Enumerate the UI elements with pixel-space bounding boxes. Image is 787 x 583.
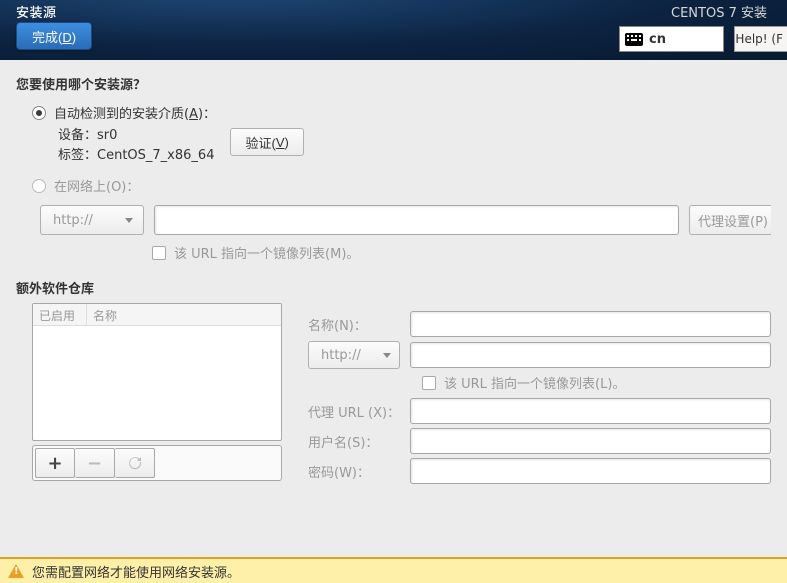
- keyboard-layout-select[interactable]: cn: [619, 26, 724, 52]
- url-input[interactable]: [154, 205, 679, 235]
- done-label-post: ): [72, 30, 76, 45]
- repo-pass-label: 密码(W)：: [308, 462, 402, 481]
- device-block: 设备：sr0 标签：CentOS_7_x86_64 验证(V): [58, 126, 771, 166]
- network-url-row: http:// 代理设置(P): [40, 205, 771, 235]
- repo-user-label: 用户名(S)：: [308, 432, 402, 451]
- warning-message: 您需配置网络才能使用网络安装源。: [32, 562, 240, 581]
- chevron-down-icon: [125, 218, 133, 223]
- repo-header: 已启用 名称: [33, 304, 281, 326]
- repo-details-pane: 名称(N)： http:// 该 URL 指向一个镜像列表(L)。 代理 URL…: [308, 303, 771, 488]
- repo-protocol-value: http://: [321, 348, 361, 363]
- help-button[interactable]: Help! (F: [734, 26, 787, 52]
- label-lbl: 标签：: [58, 148, 97, 163]
- mirror-row: 该 URL 指向一个镜像列表(M)。: [152, 243, 771, 262]
- proxy-label: 代理设置(P): [698, 211, 768, 230]
- page-title: 安装源: [16, 2, 57, 21]
- warning-icon: [8, 564, 24, 578]
- repo-tools: + −: [32, 445, 282, 481]
- device-info: 设备：sr0 标签：CentOS_7_x86_64: [58, 126, 214, 166]
- repo-protocol-select[interactable]: http://: [308, 341, 400, 369]
- repo-pass-input[interactable]: [410, 458, 771, 484]
- radio-network[interactable]: [32, 179, 46, 193]
- chevron-down-icon: [383, 353, 391, 358]
- repo-url-input[interactable]: [410, 342, 771, 368]
- remove-repo-button[interactable]: −: [75, 448, 115, 478]
- radio-autodetect[interactable]: [32, 106, 46, 120]
- repo-proxy-url-input[interactable]: [410, 398, 771, 424]
- repo-list-pane: 已启用 名称 + −: [32, 303, 282, 481]
- done-label-pre: 完成(: [32, 30, 62, 45]
- main-content: 您要使用哪个安装源？ 自动检测到的安装介质(A)： 设备：sr0 标签：Cent…: [0, 60, 787, 555]
- repo-user-input[interactable]: [410, 428, 771, 454]
- protocol-value: http://: [53, 213, 93, 228]
- device-lbl: 设备：: [58, 128, 97, 143]
- keyboard-layout-code: cn: [649, 32, 666, 47]
- refresh-repo-button[interactable]: [115, 448, 155, 478]
- repo-col-name: 名称: [87, 304, 281, 325]
- radio-network-label: 在网络上(O)：: [54, 176, 139, 195]
- repo-name-input[interactable]: [410, 311, 771, 337]
- repo-mirror-checkbox[interactable]: [422, 376, 436, 390]
- repo-col-enabled: 已启用: [33, 304, 87, 325]
- question-label: 您要使用哪个安装源？: [16, 74, 771, 93]
- radio-autodetect-row: 自动检测到的安装介质(A)：: [32, 103, 771, 122]
- repo-table[interactable]: 已启用 名称: [32, 303, 282, 441]
- done-button[interactable]: 完成(D): [16, 22, 92, 50]
- header: 安装源 完成(D) CENTOS 7 安装 cn Help! (F: [0, 0, 787, 60]
- keyboard-icon: [625, 33, 643, 46]
- network-row: 在网络上(O)：: [16, 176, 771, 195]
- warning-bar: 您需配置网络才能使用网络安装源。: [0, 557, 787, 583]
- device-val: sr0: [97, 128, 117, 143]
- repo-section-title: 额外软件仓库: [16, 278, 771, 297]
- label-val: CentOS_7_x86_64: [97, 148, 214, 163]
- repo-name-label: 名称(N)：: [308, 315, 402, 334]
- verify-button[interactable]: 验证(V): [230, 128, 303, 156]
- protocol-select[interactable]: http://: [40, 205, 144, 235]
- done-accel: D: [62, 30, 71, 45]
- add-repo-button[interactable]: +: [35, 448, 75, 478]
- repo-mirror-row: 该 URL 指向一个镜像列表(L)。: [422, 373, 771, 392]
- refresh-icon: [127, 455, 143, 471]
- installer-label: CENTOS 7 安装: [671, 2, 767, 21]
- mirror-label: 该 URL 指向一个镜像列表(M)。: [174, 243, 359, 262]
- repo-mirror-label: 该 URL 指向一个镜像列表(L)。: [444, 373, 625, 392]
- repo-columns: 已启用 名称 + − 名称(N)：: [16, 303, 771, 488]
- proxy-settings-button[interactable]: 代理设置(P): [689, 205, 771, 235]
- help-label: Help! (F: [735, 32, 783, 46]
- radio-autodetect-label: 自动检测到的安装介质(A)：: [54, 103, 216, 122]
- mirror-checkbox[interactable]: [152, 246, 166, 260]
- repo-proxy-url-label: 代理 URL (X)：: [308, 402, 402, 421]
